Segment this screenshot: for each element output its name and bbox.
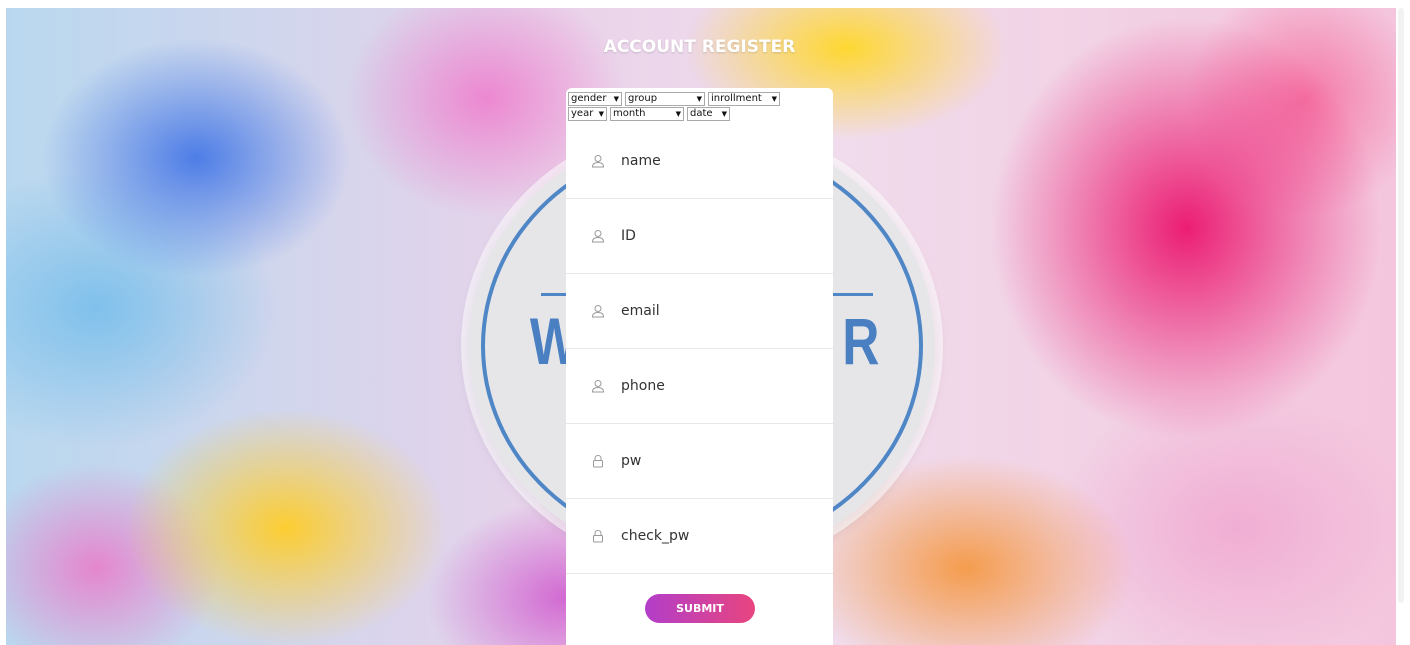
- dropdown-arrow-icon: ▼: [675, 110, 681, 118]
- user-icon: [591, 229, 605, 242]
- user-icon: [591, 379, 605, 392]
- group-select[interactable]: group ▼: [625, 92, 705, 106]
- phone-field-label: phone: [621, 377, 665, 394]
- inrollment-select-value: inrollment: [711, 93, 762, 104]
- id-field[interactable]: ID: [566, 198, 833, 274]
- gender-select[interactable]: gender ▼: [568, 92, 622, 106]
- gender-select-value: gender: [571, 93, 607, 104]
- user-icon: [591, 154, 605, 167]
- select-row-1: gender ▼ group ▼ inrollment ▼: [568, 92, 780, 106]
- id-field-label: ID: [621, 227, 636, 244]
- register-form-card: gender ▼ group ▼ inrollment ▼ year ▼ month ▼ …: [566, 88, 833, 645]
- name-field[interactable]: name: [566, 123, 833, 199]
- group-select-value: group: [628, 93, 658, 104]
- dropdown-arrow-icon: ▼: [721, 110, 727, 118]
- month-select-value: month: [613, 108, 646, 119]
- page-scrollbar[interactable]: [1398, 8, 1404, 603]
- password-field-label: pw: [621, 452, 642, 469]
- name-field-label: name: [621, 152, 661, 169]
- month-select[interactable]: month ▼: [610, 107, 684, 121]
- submit-button[interactable]: SUBMIT: [645, 594, 755, 623]
- dropdown-arrow-icon: ▼: [613, 95, 619, 103]
- select-group: gender ▼ group ▼ inrollment ▼ year ▼ month ▼ …: [568, 92, 780, 122]
- email-field-label: email: [621, 302, 660, 319]
- check-password-field[interactable]: check_pw: [566, 498, 833, 574]
- badge-letter-right: R: [842, 304, 880, 378]
- check-password-field-label: check_pw: [621, 527, 690, 544]
- date-select[interactable]: date ▼: [687, 107, 730, 121]
- password-field[interactable]: pw: [566, 423, 833, 499]
- select-row-2: year ▼ month ▼ date ▼: [568, 107, 780, 121]
- dropdown-arrow-icon: ▼: [696, 95, 702, 103]
- page-title: ACCOUNT REGISTER: [603, 37, 796, 57]
- lock-icon: [593, 454, 603, 467]
- inrollment-select[interactable]: inrollment ▼: [708, 92, 780, 106]
- lock-icon: [593, 529, 603, 542]
- year-select-value: year: [571, 108, 594, 119]
- date-select-value: date: [690, 108, 713, 119]
- dropdown-arrow-icon: ▼: [598, 110, 604, 118]
- phone-field[interactable]: phone: [566, 348, 833, 424]
- dropdown-arrow-icon: ▼: [771, 95, 777, 103]
- year-select[interactable]: year ▼: [568, 107, 607, 121]
- email-field[interactable]: email: [566, 273, 833, 349]
- user-icon: [591, 304, 605, 317]
